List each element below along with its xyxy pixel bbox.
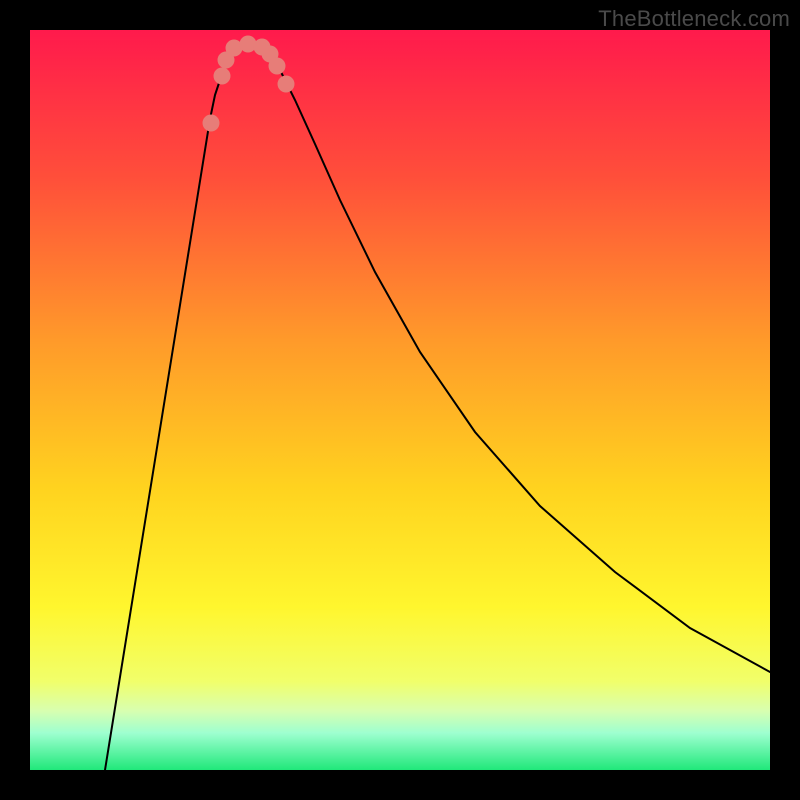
curve-marker: [240, 36, 257, 53]
chart-frame: TheBottleneck.com: [0, 0, 800, 800]
curve-marker: [269, 58, 286, 75]
plot-area: [30, 30, 770, 770]
watermark-text: TheBottleneck.com: [598, 6, 790, 32]
gradient-background: [30, 30, 770, 770]
curve-marker: [278, 76, 295, 93]
curve-marker: [203, 115, 220, 132]
curve-marker: [214, 68, 231, 85]
plot-svg: [30, 30, 770, 770]
